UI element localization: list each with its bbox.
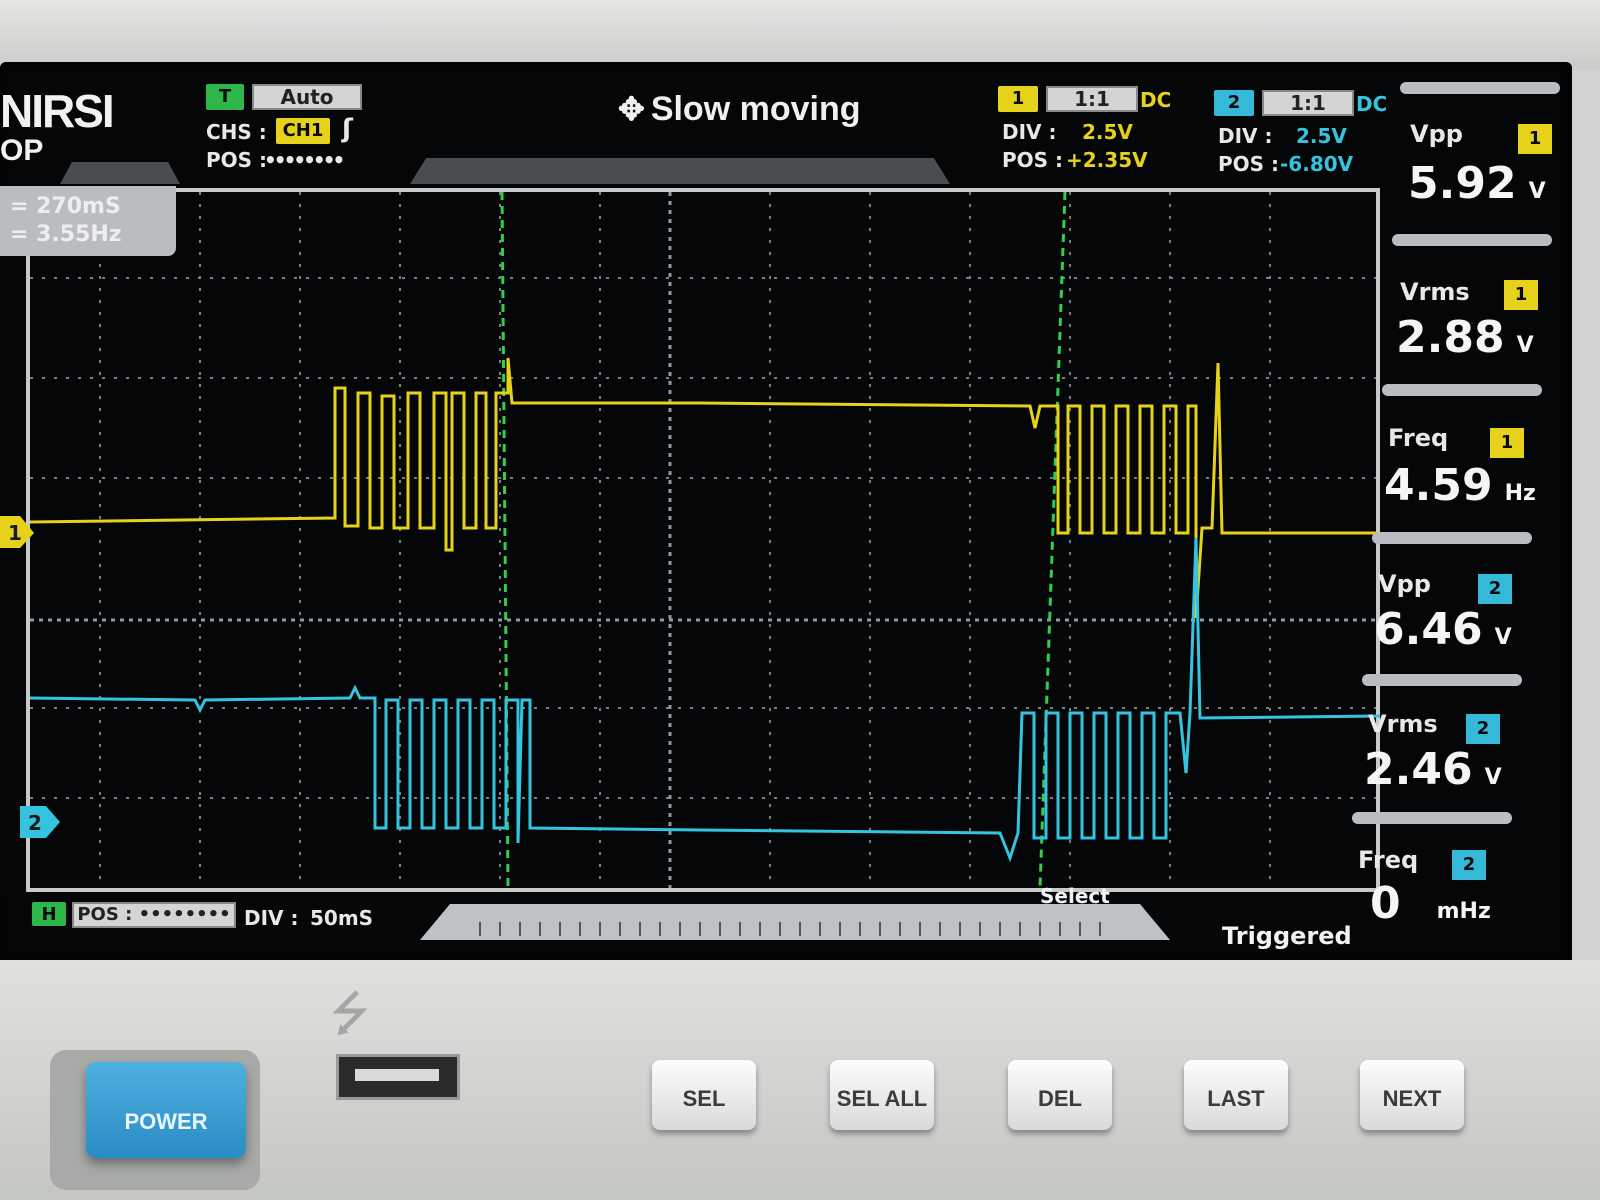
meas-4-reading: 6.46 V	[1374, 604, 1512, 655]
ch2-badge[interactable]: 2	[1214, 90, 1254, 116]
ch1-probe[interactable]: 1:1	[1046, 86, 1138, 112]
meas-1-name: Vpp	[1410, 120, 1463, 148]
meas-5-channel: 2	[1466, 714, 1500, 744]
meas-2-unit: V	[1516, 333, 1534, 358]
waveform-display[interactable]: 1 2	[0, 188, 1380, 898]
mode-text: Slow moving	[650, 90, 861, 128]
next-button[interactable]: NEXT	[1360, 1060, 1464, 1130]
meas-3-reading: 4.59 Hz	[1384, 460, 1536, 511]
ch1-coupling[interactable]: DC	[1140, 88, 1171, 112]
ch2-pos-value: -6.80V	[1280, 152, 1354, 176]
meas-1-channel: 1	[1518, 124, 1552, 154]
timebase-div-value: 50mS	[310, 906, 374, 930]
meas-separator	[1362, 674, 1522, 686]
cursor-readout-box: = 270mS = 3.55Hz	[0, 186, 176, 256]
meas-6-reading: 0 mHz	[1370, 878, 1491, 929]
meas-separator	[1352, 812, 1512, 824]
meas-separator	[1382, 384, 1542, 396]
meas-separator	[1392, 234, 1552, 246]
sel-button[interactable]: SEL	[652, 1060, 756, 1130]
plot-background	[0, 188, 1380, 898]
meas-6-channel: 2	[1452, 850, 1486, 880]
meas-separator	[1400, 82, 1560, 94]
timebase-pos-value: ••••••••	[138, 904, 231, 925]
timebase-pos[interactable]: POS : ••••••••	[72, 902, 236, 928]
timebase-scroll-strip[interactable]	[420, 904, 1170, 940]
meas-2-channel: 1	[1504, 280, 1538, 310]
meas-4-channel: 2	[1478, 574, 1512, 604]
ch2-div-label: DIV :	[1218, 124, 1273, 148]
scroll-ticks	[479, 922, 1101, 936]
move-arrows-icon: ✥	[618, 91, 645, 127]
trigger-source-label: CHS :	[206, 120, 267, 144]
meas-2-reading: 2.88 V	[1396, 312, 1534, 363]
meas-6-unit: mHz	[1436, 899, 1491, 924]
trigger-badge: T	[206, 84, 244, 110]
usb-port[interactable]	[336, 1054, 460, 1100]
brand-model: OP	[0, 134, 44, 167]
meas-3-name: Freq	[1388, 424, 1449, 452]
last-button[interactable]: LAST	[1184, 1060, 1288, 1130]
ch2-probe[interactable]: 1:1	[1262, 90, 1354, 116]
trigger-source[interactable]: CH1	[276, 118, 330, 144]
rising-edge-icon[interactable]: ʃ	[342, 114, 353, 144]
meas-5-name: Vrms	[1368, 710, 1438, 738]
timebase-div-label: DIV :	[244, 906, 299, 930]
meas-4-value: 6.46	[1374, 604, 1483, 655]
del-button[interactable]: DEL	[1008, 1060, 1112, 1130]
cursor-frequency: = 3.55Hz	[10, 222, 122, 247]
meas-5-value: 2.46	[1364, 744, 1473, 795]
ch1-div-value: 2.5V	[1082, 120, 1133, 144]
usb-icon: ⭍	[330, 986, 370, 1042]
ch1-pos-label: POS :	[1002, 148, 1064, 172]
trigger-pos-value: ••••••••	[264, 148, 345, 172]
meas-6-value: 0	[1370, 878, 1401, 929]
ch2-div-value: 2.5V	[1296, 124, 1347, 148]
acquisition-mode[interactable]: ✥ Slow moving	[618, 90, 861, 129]
header-tab-center	[410, 158, 950, 184]
timebase-pos-label: POS :	[77, 904, 133, 925]
cursor-delta-time: = 270mS	[10, 194, 121, 219]
meas-4-unit: V	[1494, 625, 1512, 650]
ch2-pos-label: POS :	[1218, 152, 1280, 176]
meas-1-value: 5.92	[1408, 158, 1517, 209]
trigger-pos-label: POS :	[206, 148, 268, 172]
meas-2-name: Vrms	[1400, 278, 1470, 306]
oscilloscope-screen: NIRSI OP T Auto CHS : CH1 ʃ POS : ••••••…	[0, 62, 1572, 967]
measurement-panel: Vpp 1 5.92 V Vrms 1 2.88 V Freq 1 4.59 Hz V…	[1352, 82, 1565, 952]
ch2-coupling[interactable]: DC	[1356, 92, 1387, 116]
ch2-marker-label: 2	[28, 811, 42, 835]
meas-5-reading: 2.46 V	[1364, 744, 1502, 795]
power-button[interactable]: POWER	[86, 1062, 246, 1158]
meas-1-unit: V	[1528, 179, 1546, 204]
meas-3-unit: Hz	[1504, 481, 1536, 506]
trigger-status: Triggered	[1222, 922, 1352, 950]
ch1-div-label: DIV :	[1002, 120, 1057, 144]
meas-3-value: 4.59	[1384, 460, 1493, 511]
timebase-badge: H	[32, 902, 66, 926]
meas-1-reading: 5.92 V	[1408, 158, 1546, 209]
sel-all-button[interactable]: SEL ALL	[830, 1060, 934, 1130]
meas-5-unit: V	[1484, 765, 1502, 790]
device-bezel-top	[0, 0, 1600, 70]
meas-4-name: Vpp	[1378, 570, 1431, 598]
ch1-pos-value: +2.35V	[1066, 148, 1148, 172]
meas-separator	[1372, 532, 1532, 544]
meas-2-value: 2.88	[1396, 312, 1505, 363]
brand-logo: NIRSI	[0, 85, 115, 137]
trigger-mode[interactable]: Auto	[252, 84, 362, 110]
header-tab-left	[60, 162, 180, 184]
meas-3-channel: 1	[1490, 428, 1524, 458]
ch1-marker-label: 1	[8, 521, 22, 545]
usb-port-tongue	[355, 1069, 439, 1081]
ch1-badge[interactable]: 1	[998, 86, 1038, 112]
meas-6-name: Freq	[1358, 846, 1419, 874]
